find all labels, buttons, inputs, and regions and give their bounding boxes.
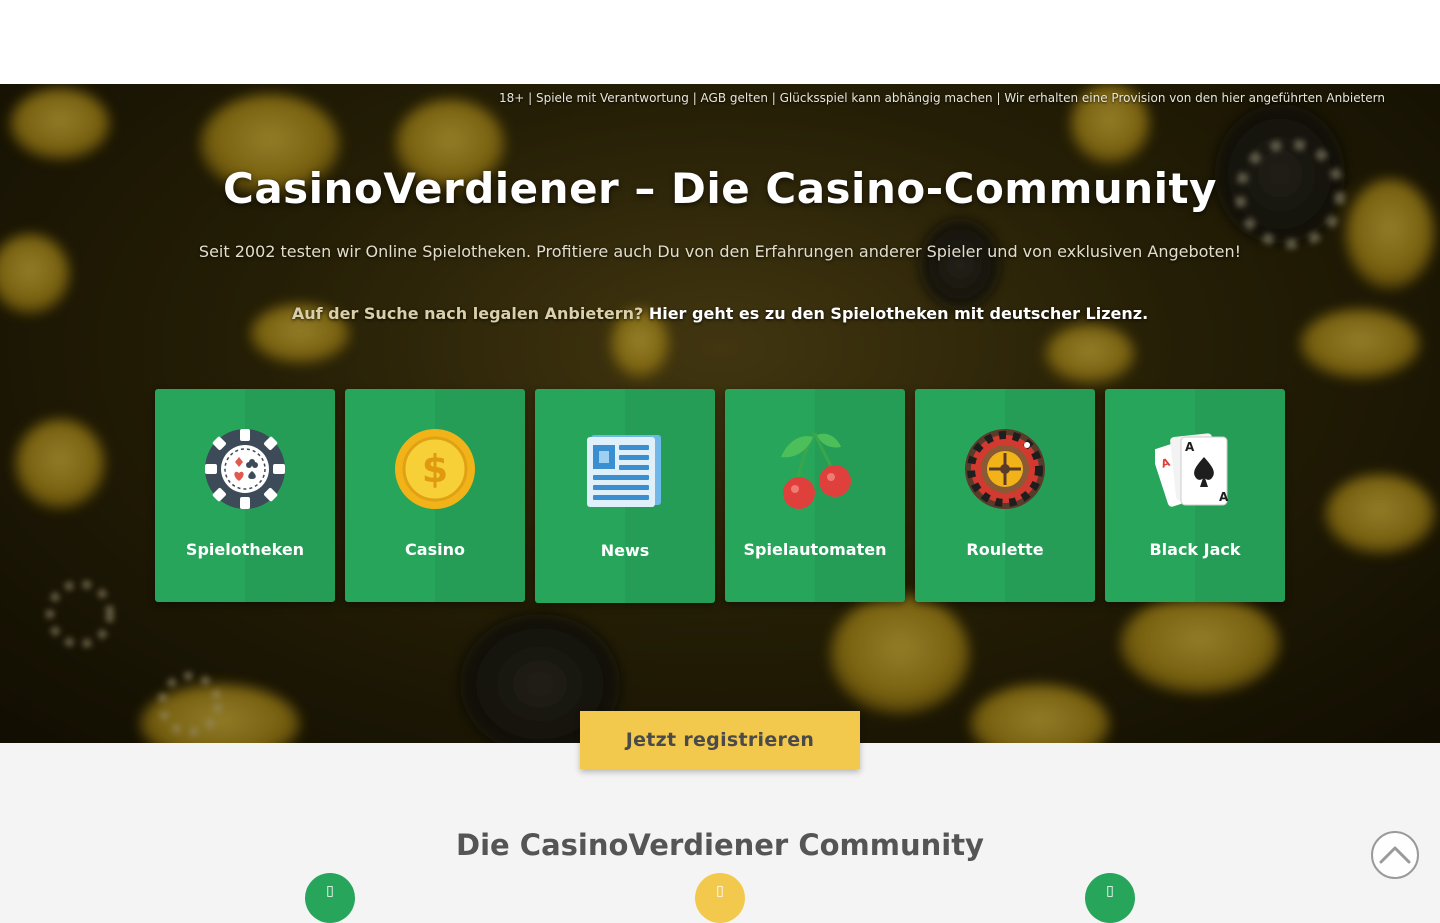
poker-chip-icon [205, 429, 285, 509]
category-label: Black Jack [1149, 540, 1241, 559]
category-label: Spielotheken [185, 540, 305, 559]
newspaper-icon [587, 435, 661, 507]
feature-icon-1: ▯ [305, 873, 355, 923]
cherries-icon [781, 432, 851, 509]
svg-text:A: A [1219, 490, 1229, 504]
german-license-link[interactable]: Hier geht es zu den Spielotheken mit deu… [649, 304, 1148, 323]
roulette-wheel-icon [965, 429, 1045, 509]
register-button[interactable]: Jetzt registrieren [580, 711, 860, 769]
category-card-spielautomaten[interactable]: Spielautomaten [725, 389, 905, 602]
svg-text:$: $ [422, 447, 448, 491]
category-card-spielotheken[interactable]: Spielotheken [155, 389, 335, 602]
scroll-to-top-button[interactable] [1371, 831, 1419, 879]
responsible-gaming-disclaimer: 18+ | Spiele mit Verantwortung | AGB gel… [498, 91, 1385, 105]
chevron-up-icon [1379, 846, 1411, 864]
category-label: Casino [405, 540, 465, 559]
gold-coin-icon: $ [395, 429, 475, 509]
category-label: Spielautomaten [743, 540, 887, 559]
legal-providers-notice: Auf der Suche nach legalen Anbietern? Hi… [0, 304, 1440, 323]
svg-text:A: A [1185, 440, 1195, 454]
category-card-black-jack[interactable]: A A A Black Jack [1105, 389, 1285, 602]
legal-providers-question: Auf der Suche nach legalen Anbietern? [291, 304, 644, 323]
page-title: CasinoVerdiener – Die Casino-Community [223, 164, 1217, 213]
category-label: News [600, 541, 650, 560]
feature-icon-3: ▯ [1085, 873, 1135, 923]
playing-cards-icon: A A A [1155, 433, 1229, 507]
category-card-casino[interactable]: $ Casino [345, 389, 525, 602]
feature-icon-2: ▯ [695, 873, 745, 923]
community-section-title: Die CasinoVerdiener Community [456, 828, 984, 862]
category-label: Roulette [966, 540, 1044, 559]
hero-section: 18+ | Spiele mit Verantwortung | AGB gel… [0, 84, 1440, 743]
category-cards: Spielotheken $ Casino News Spielautomate… [155, 389, 1285, 603]
category-card-roulette[interactable]: Roulette [915, 389, 1095, 602]
hero-subtitle: Seit 2002 testen wir Online Spielotheken… [198, 242, 1242, 261]
site-header [0, 0, 1440, 84]
category-card-news[interactable]: News [535, 389, 715, 603]
